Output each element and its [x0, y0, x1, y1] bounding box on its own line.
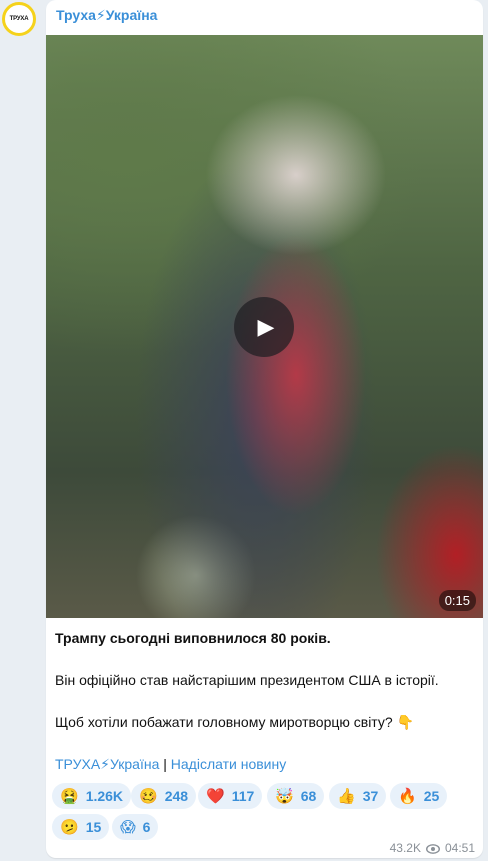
- reaction-emoji: 🔥: [398, 788, 417, 805]
- reaction-count: 25: [423, 788, 440, 804]
- view-count: 43.2K: [389, 841, 421, 855]
- reaction-count: 248: [164, 788, 189, 804]
- reaction-chip[interactable]: 🫤 15: [52, 814, 110, 840]
- reaction-chip[interactable]: 🤮 1.26K: [52, 783, 132, 809]
- eye-icon: [425, 843, 440, 854]
- reaction-chip[interactable]: 🤯 68: [267, 783, 325, 809]
- channel-name-link[interactable]: Труха⚡Україна: [56, 7, 157, 24]
- message-bubble: Труха⚡Україна ▶ 0:15 Трампу сьогодні вип…: [46, 0, 483, 858]
- reaction-count: 117: [231, 788, 255, 804]
- link-separator: |: [163, 756, 167, 772]
- channel-link[interactable]: ТРУХА⚡Україна: [55, 756, 159, 772]
- message-time: 04:51: [444, 841, 475, 855]
- reaction-emoji: 👍: [337, 788, 356, 805]
- video-duration: 0:15: [438, 590, 476, 611]
- video-preview[interactable]: ▶ 0:15: [46, 35, 483, 618]
- reaction-count: 6: [142, 819, 151, 835]
- message-headline: Трампу сьогодні виповнилося 80 років.: [55, 630, 331, 646]
- reaction-emoji: 🥴: [139, 788, 158, 805]
- reaction-count: 37: [362, 788, 379, 804]
- reaction-chip[interactable]: 👍 37: [329, 783, 387, 809]
- reaction-chip[interactable]: 😱 6: [112, 814, 159, 840]
- play-button[interactable]: ▶: [234, 297, 294, 357]
- avatar-text: ТРУХА: [9, 16, 29, 22]
- channel-avatar[interactable]: ТРУХА: [2, 2, 36, 36]
- reaction-chip[interactable]: 🥴 248: [131, 783, 197, 809]
- reaction-chip[interactable]: ❤️ 117: [198, 783, 263, 809]
- reaction-count: 1.26K: [85, 788, 124, 804]
- message-paragraph-1: Він офіційно став найстарішим президенто…: [55, 672, 439, 688]
- reaction-count: 68: [300, 788, 317, 804]
- reaction-emoji: 😱: [120, 819, 136, 836]
- message-meta: 43.2K 04:51: [390, 841, 475, 855]
- send-news-link[interactable]: Надіслати новину: [171, 756, 286, 772]
- reaction-chip[interactable]: 🔥 25: [390, 783, 448, 809]
- reaction-emoji: ❤️: [206, 788, 225, 805]
- message-links: ТРУХА⚡Україна | Надіслати новину: [55, 755, 286, 773]
- play-icon: ▶: [257, 314, 275, 339]
- reaction-count: 15: [85, 819, 102, 835]
- reaction-emoji: 🫤: [60, 819, 79, 836]
- reaction-emoji: 🤯: [275, 788, 294, 805]
- reaction-emoji: 🤮: [60, 788, 79, 805]
- message-paragraph-2: Щоб хотіли побажати головному миротворцю…: [55, 714, 414, 730]
